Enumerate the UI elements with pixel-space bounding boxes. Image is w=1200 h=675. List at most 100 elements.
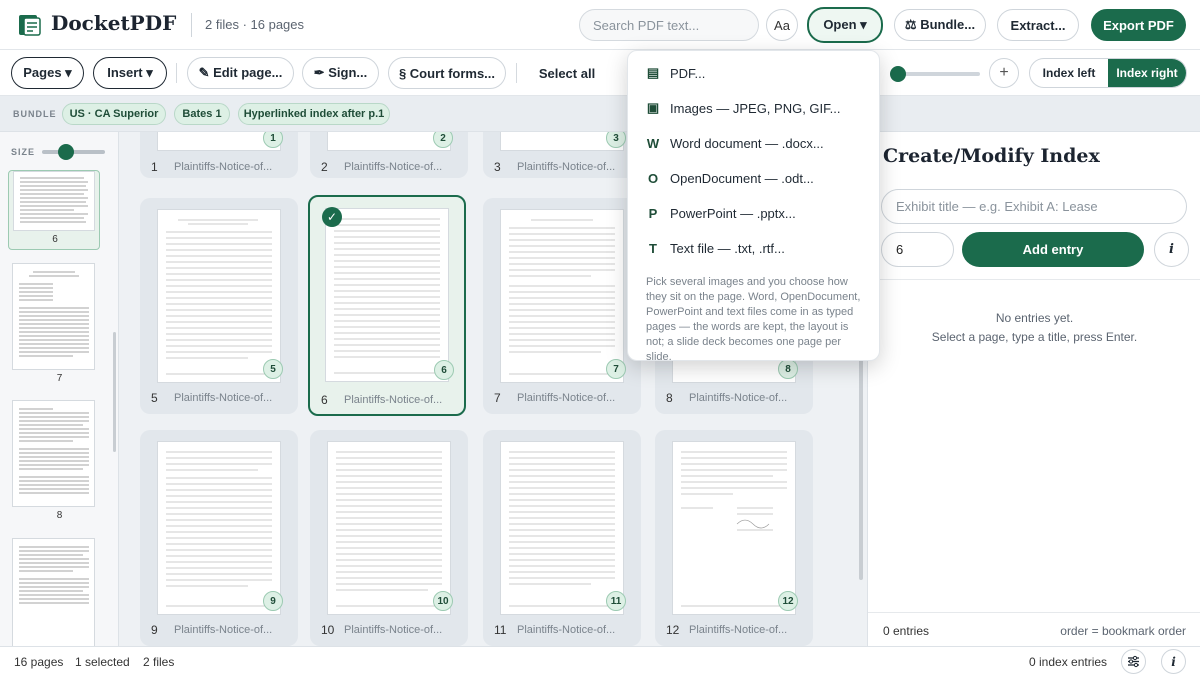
extract-button[interactable]: Extract... — [997, 9, 1079, 41]
match-case-button[interactable]: Aa — [766, 9, 798, 41]
index-left-option[interactable]: Index left — [1030, 59, 1108, 87]
page-card-12[interactable]: 12 12 Plaintiffs-Notice-of... — [655, 430, 813, 646]
thumbnail-size-knob[interactable] — [58, 144, 74, 160]
open-menu-images[interactable]: ▣ Images — JPEG, PNG, GIF... — [628, 92, 881, 124]
page-card-6[interactable]: ✓ 6 6 Plaintiffs-Notice-of... — [308, 195, 466, 416]
open-button[interactable]: Open ▾ — [807, 7, 883, 43]
grid-scrollbar[interactable] — [859, 330, 863, 580]
card-filename: Plaintiffs-Notice-of... — [517, 392, 616, 404]
search-input[interactable] — [579, 9, 759, 41]
menu-item-label: Images — JPEG, PNG, GIF... — [670, 100, 841, 116]
toolbar-divider — [516, 63, 517, 83]
status-info-icon[interactable]: i — [1161, 649, 1186, 674]
open-menu-help-text: Pick several images and you choose how t… — [646, 276, 861, 363]
edit-page-button[interactable]: ✎ Edit page... — [187, 57, 294, 89]
card-number: 12 — [666, 623, 680, 637]
page-preview — [501, 132, 623, 150]
zoom-slider-knob[interactable] — [890, 66, 906, 82]
court-forms-button[interactable]: § Court forms... — [388, 57, 506, 89]
open-menu-pdf[interactable]: ▤ PDF... — [628, 57, 881, 89]
bundle-button[interactable]: ⚖ Bundle... — [894, 9, 986, 41]
thumb-page — [13, 171, 95, 231]
card-filename: Plaintiffs-Notice-of... — [174, 624, 273, 636]
status-files: 2 files — [143, 655, 175, 669]
order-note: order = bookmark order — [1060, 624, 1186, 638]
app-name: DocketPDF — [51, 11, 177, 35]
bundle-chip-index[interactable]: Hyperlinked index after p.1 — [238, 103, 390, 125]
bates-badge: 1 — [263, 132, 283, 148]
word-file-icon: W — [646, 135, 660, 151]
empty-state-title: No entries yet. — [995, 311, 1074, 325]
open-menu-opendocument[interactable]: O OpenDocument — .odt... — [628, 162, 881, 194]
card-filename: Plaintiffs-Notice-of... — [344, 161, 443, 173]
page-card-2[interactable]: 2 2 Plaintiffs-Notice-of... — [310, 132, 468, 178]
bates-badge: 12 — [778, 591, 798, 611]
card-number: 11 — [494, 623, 507, 637]
page-preview — [501, 210, 623, 382]
select-all-button[interactable]: Select all — [527, 57, 607, 89]
page-preview — [158, 442, 280, 614]
card-filename: Plaintiffs-Notice-of... — [344, 624, 443, 636]
open-menu-word[interactable]: W Word document — .docx... — [628, 127, 881, 159]
index-position-toggle: Index left Index right — [1029, 58, 1187, 88]
menu-item-label: Word document — .docx... — [670, 135, 824, 151]
app-header: DocketPDF 2 files · 16 pages Aa Open ▾ ⚖… — [0, 0, 1200, 50]
page-card-9[interactable]: 9 9 Plaintiffs-Notice-of... — [140, 430, 298, 646]
index-panel: Create/Modify Index Add entry i No entri… — [867, 132, 1200, 646]
thumb-label: 8 — [56, 510, 63, 521]
page-card-1[interactable]: 1 1 Plaintiffs-Notice-of... — [140, 132, 298, 178]
index-panel-title: Create/Modify Index — [883, 145, 1100, 167]
sidebar-scrollbar[interactable] — [113, 332, 116, 452]
card-number: 2 — [321, 160, 328, 174]
empty-state-hint: Select a page, type a title, press Enter… — [931, 330, 1138, 344]
card-filename: Plaintiffs-Notice-of... — [689, 392, 788, 404]
page-card-3[interactable]: 3 3 Plaintiffs-Notice-of... — [483, 132, 641, 178]
open-menu-powerpoint[interactable]: P PowerPoint — .pptx... — [628, 197, 881, 229]
card-number: 9 — [151, 623, 158, 637]
sliders-icon[interactable] — [1121, 649, 1146, 674]
add-entry-button[interactable]: Add entry — [962, 232, 1144, 267]
sidebar-thumb-6[interactable]: 6 — [8, 170, 100, 250]
sidebar-thumb-9[interactable] — [12, 538, 95, 646]
open-dropdown-menu: ▤ PDF... ▣ Images — JPEG, PNG, GIF... W … — [627, 50, 881, 363]
insert-menu-button[interactable]: Insert ▾ — [93, 57, 167, 89]
menu-item-label: OpenDocument — .odt... — [670, 170, 814, 186]
bates-badge: 6 — [434, 360, 454, 380]
page-preview — [328, 132, 450, 150]
app-logo-icon — [19, 15, 41, 36]
card-number: 8 — [666, 391, 673, 405]
page-preview — [326, 209, 448, 381]
page-preview — [328, 442, 450, 614]
export-pdf-button[interactable]: Export PDF — [1091, 9, 1186, 41]
index-right-option[interactable]: Index right — [1108, 59, 1186, 87]
pages-menu-button[interactable]: Pages ▾ — [11, 57, 84, 89]
size-label: SIZE — [11, 147, 36, 157]
index-panel-footer: 0 entries order = bookmark order — [868, 612, 1200, 646]
page-card-11[interactable]: 11 11 Plaintiffs-Notice-of... — [483, 430, 641, 646]
page-card-10[interactable]: 10 10 Plaintiffs-Notice-of... — [310, 430, 468, 646]
status-index-entries: 0 index entries — [1029, 655, 1108, 669]
bundle-chip-court[interactable]: US · CA Superior — [62, 103, 166, 125]
exhibit-title-input[interactable] — [881, 189, 1187, 224]
card-number: 10 — [321, 623, 335, 637]
page-card-7[interactable]: 7 7 Plaintiffs-Notice-of... — [483, 198, 641, 414]
sidebar-thumb-8[interactable] — [12, 400, 95, 507]
bates-badge: 9 — [263, 591, 283, 611]
page-preview — [158, 132, 280, 150]
zoom-in-button[interactable]: + — [989, 58, 1019, 88]
card-filename: Plaintiffs-Notice-of... — [174, 392, 273, 404]
page-card-5[interactable]: 5 5 Plaintiffs-Notice-of... — [140, 198, 298, 414]
toolbar: Pages ▾ Insert ▾ ✎ Edit page... ✒ Sign..… — [0, 50, 1200, 96]
open-menu-text[interactable]: T Text file — .txt, .rtf... — [628, 232, 881, 264]
text-file-icon: T — [649, 240, 657, 256]
card-number: 1 — [151, 160, 158, 174]
page-number-input[interactable] — [881, 232, 954, 267]
bundle-chip-bates[interactable]: Bates 1 — [174, 103, 230, 125]
thumbnail-sidebar: SIZE 6 7 8 — [0, 132, 119, 646]
sign-button[interactable]: ✒ Sign... — [302, 57, 379, 89]
bundle-label: BUNDLE — [13, 109, 57, 119]
card-filename: Plaintiffs-Notice-of... — [517, 624, 616, 636]
page-preview — [501, 442, 623, 614]
info-icon[interactable]: i — [1154, 232, 1189, 267]
sidebar-thumb-7[interactable] — [12, 263, 95, 370]
